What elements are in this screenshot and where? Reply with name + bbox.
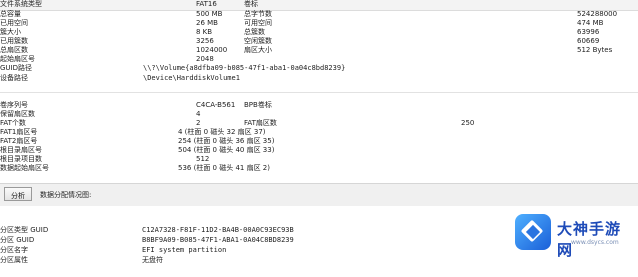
property-value: 26 MB [196,19,218,27]
fat-value: C4CA-B561 [196,101,236,109]
property-label-2: 卷标 [244,0,258,8]
fat-label: FAT2扇区号 [0,137,38,145]
property-value: FAT16 [196,0,217,8]
fat-value: 536 (柱面 0 磁头 41 扇区 2) [178,164,270,172]
fat-label: FAT个数 [0,119,26,127]
fat-label: 保留扇区数 [0,110,35,118]
property-value: 3256 [196,37,214,45]
partition-value: C12A7328-F81F-11D2-BA4B-00A0C93EC93B [142,226,294,234]
property-value-2: 63996 [577,28,600,36]
partition-value: EFI system partition [142,246,227,254]
fat-label: 卷序列号 [0,101,28,109]
property-label: 总容量 [0,10,21,18]
property-label: 已用空间 [0,19,28,27]
allocation-map-label: 数据分配情况图: [40,191,92,199]
property-label: 总扇区数 [0,46,28,54]
partition-label: 分区类型 GUID [0,226,49,234]
fat-value: 512 [196,155,210,163]
property-value-2: 524288000 [577,10,618,18]
fat-label: FAT1扇区号 [0,128,38,136]
watermark-url: www.dsycs.com [571,239,619,246]
header-strip [0,0,638,11]
property-label: 文件系统类型 [0,0,42,8]
fat-value-2: 250 [461,119,475,127]
fat-value: 4 [196,110,201,118]
property-value: 8 KB [196,28,213,36]
property-value: \Device\HarddiskVolume1 [143,74,240,82]
fat-label: 根目录扇区号 [0,146,42,154]
property-value: 2048 [196,55,214,63]
property-value-2: 474 MB [577,19,604,27]
fat-value: 504 (柱面 0 磁头 40 扇区 33) [178,146,275,154]
watermark-logo-icon [515,214,551,250]
property-label: GUID路径 [0,64,33,72]
partition-value: B8BF9A09-B085-47F1-ABA1-0A04C8BD8239 [142,236,294,244]
fat-value: 2 [196,119,201,127]
property-value: 500 MB [196,10,223,18]
property-label: 设备路径 [0,74,28,82]
partition-label: 分区名字 [0,246,28,254]
partition-value: 无盘符 [142,256,163,264]
property-label: 起始扇区号 [0,55,35,63]
fat-label-2: BPB卷标 [244,101,272,109]
property-value: \\?\Volume{a8dfba09-b085-47f1-aba1-0a04c… [143,64,346,72]
property-value-2: 512 Bytes [577,46,613,54]
partition-label: 分区 GUID [0,236,35,244]
property-label-2: 可用空间 [244,19,272,27]
watermark: 大神手游网 www.dsycs.com [511,212,635,259]
analyze-bar: 分析 数据分配情况图: [0,183,638,207]
divider [0,92,638,93]
fat-label: 数据起始扇区号 [0,164,49,172]
property-label-2: 扇区大小 [244,46,272,54]
property-label-2: 空闲簇数 [244,37,272,45]
property-label-2: 总字节数 [244,10,272,18]
fat-label-2: FAT扇区数 [244,119,277,127]
partition-label: 分区属性 [0,256,28,264]
analyze-button[interactable]: 分析 [4,187,32,201]
fat-value: 4 (柱面 0 磁头 32 扇区 37) [178,128,266,136]
property-value: 1024000 [196,46,228,54]
property-label-2: 总簇数 [244,28,265,36]
property-value-2: 60669 [577,37,600,45]
fat-value: 254 (柱面 0 磁头 36 扇区 35) [178,137,275,145]
property-label: 已用簇数 [0,37,28,45]
fat-label: 根目录项目数 [0,155,42,163]
property-label: 簇大小 [0,28,21,36]
